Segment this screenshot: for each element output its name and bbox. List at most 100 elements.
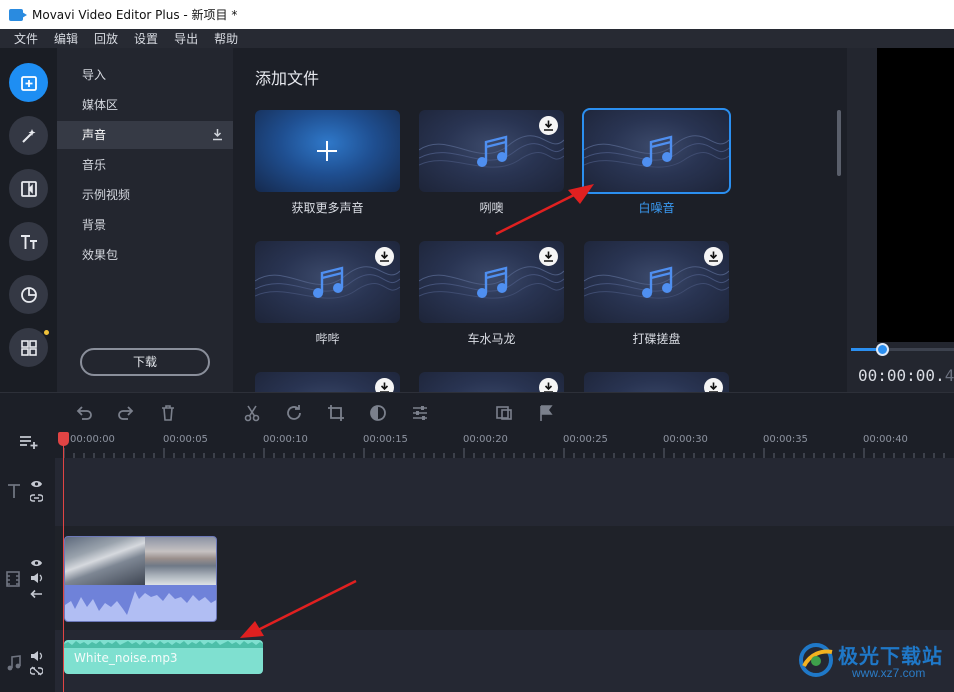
marker-button[interactable] xyxy=(536,403,556,423)
ruler-label: 00:00:15 xyxy=(363,434,408,445)
sliders-icon xyxy=(413,406,427,420)
playhead-handle[interactable] xyxy=(58,432,69,446)
download-button[interactable]: 下载 xyxy=(80,348,210,376)
tile-label: 获取更多声音 xyxy=(291,201,364,215)
timeline-ruler[interactable]: 00:00:00 00:00:05 00:00:10 00:00:15 00:0… xyxy=(55,432,954,458)
sound-tile[interactable] xyxy=(419,110,564,192)
color-adjust-button[interactable] xyxy=(368,403,388,423)
clip-properties-button[interactable] xyxy=(410,403,430,423)
ruler-ticks xyxy=(63,448,945,458)
delete-button[interactable] xyxy=(158,403,178,423)
category-backgrounds[interactable]: 背景 xyxy=(57,211,233,239)
add-files-button[interactable] xyxy=(9,63,48,102)
ruler-label: 00:00:05 xyxy=(163,434,208,445)
music-note-icon xyxy=(642,135,673,167)
stickers-icon xyxy=(20,286,37,303)
audio-clip[interactable]: White_noise.mp3 xyxy=(64,640,263,674)
sound-tile[interactable] xyxy=(584,241,729,323)
category-sounds[interactable]: 声音 xyxy=(57,121,233,149)
notification-dot xyxy=(44,330,49,335)
title-track[interactable] xyxy=(55,458,954,526)
menu-settings[interactable]: 设置 xyxy=(134,30,158,47)
stickers-button[interactable] xyxy=(9,275,48,314)
download-badge[interactable] xyxy=(704,247,723,266)
get-more-sounds-tile[interactable] xyxy=(255,110,400,192)
volume-icon[interactable] xyxy=(30,573,43,583)
timecode: 00:00:00.44 xyxy=(858,366,954,385)
category-music[interactable]: 音乐 xyxy=(57,151,233,179)
titles-button[interactable] xyxy=(9,222,48,261)
sound-tile[interactable] xyxy=(419,241,564,323)
rotate-button[interactable] xyxy=(284,403,304,423)
trash-icon xyxy=(162,405,174,421)
clip-thumbnail xyxy=(65,537,145,585)
download-badge[interactable] xyxy=(704,378,723,392)
seek-handle[interactable] xyxy=(876,343,889,356)
category-label: 示例视频 xyxy=(82,188,131,202)
sound-tile[interactable] xyxy=(584,372,729,392)
crop-button[interactable] xyxy=(326,403,346,423)
transitions-button[interactable] xyxy=(9,169,48,208)
undo-icon xyxy=(76,406,92,420)
category-import[interactable]: 导入 xyxy=(57,61,233,89)
eye-icon[interactable] xyxy=(30,479,43,489)
playhead-line xyxy=(63,436,64,692)
sound-tile-selected[interactable] xyxy=(582,108,731,194)
ruler-label: 00:00:20 xyxy=(463,434,508,445)
film-icon xyxy=(6,571,20,587)
download-badge[interactable] xyxy=(539,116,558,135)
content-title: 添加文件 xyxy=(255,69,320,88)
split-button[interactable] xyxy=(242,403,262,423)
sound-tile[interactable] xyxy=(255,241,400,323)
crop-icon xyxy=(328,405,344,421)
redo-icon xyxy=(118,406,134,420)
music-note-icon xyxy=(7,655,21,671)
download-icon xyxy=(544,382,553,392)
overlay-button[interactable] xyxy=(494,403,514,423)
download-badge[interactable] xyxy=(375,247,394,266)
menu-file[interactable]: 文件 xyxy=(14,30,38,47)
tile-label: 咧噢 xyxy=(479,201,504,215)
download-badge[interactable] xyxy=(539,378,558,392)
menu-export[interactable]: 导出 xyxy=(174,30,198,47)
window-title: Movavi Video Editor Plus - 新项目 * xyxy=(32,8,238,22)
redo-button[interactable] xyxy=(116,403,136,423)
filters-button[interactable] xyxy=(9,116,48,155)
add-track-icon[interactable] xyxy=(19,434,39,450)
preview-panel: 00:00:00.44 xyxy=(847,48,954,392)
menu-help[interactable]: 帮助 xyxy=(214,30,238,47)
sound-tile[interactable] xyxy=(255,372,400,392)
ruler-label: 00:00:35 xyxy=(763,434,808,445)
category-sample-videos[interactable]: 示例视频 xyxy=(57,181,233,209)
category-panel: 导入 媒体区 声音 音乐 示例视频 背景 效果包 下载 xyxy=(57,48,233,392)
video-clip[interactable] xyxy=(64,536,217,622)
menu-playback[interactable]: 回放 xyxy=(94,30,118,47)
music-note-icon xyxy=(642,266,673,298)
clip-waveform xyxy=(65,585,216,621)
more-tools-button[interactable] xyxy=(9,328,48,367)
music-note-icon xyxy=(477,266,508,298)
ruler-label: 00:00:40 xyxy=(863,434,908,445)
menu-edit[interactable]: 编辑 xyxy=(54,30,78,47)
overlay-icon xyxy=(496,406,512,420)
download-badge[interactable] xyxy=(539,247,558,266)
category-media-bin[interactable]: 媒体区 xyxy=(57,91,233,119)
waveform-graphic xyxy=(65,591,216,621)
sound-tile[interactable] xyxy=(419,372,564,392)
arrow-left-icon[interactable] xyxy=(30,589,43,599)
volume-icon[interactable] xyxy=(30,651,43,661)
magic-wand-icon xyxy=(21,128,35,143)
category-label: 导入 xyxy=(82,68,107,82)
link-icon[interactable] xyxy=(30,493,43,503)
download-badge[interactable] xyxy=(375,378,394,392)
unlink-icon[interactable] xyxy=(30,666,43,676)
undo-button[interactable] xyxy=(74,403,94,423)
more-tools-icon xyxy=(20,339,37,356)
tile-label: 哔哔 xyxy=(315,332,340,346)
category-effect-packs[interactable]: 效果包 xyxy=(57,241,233,269)
tool-rail xyxy=(0,48,57,392)
ruler-label: 00:00:30 xyxy=(663,434,708,445)
eye-icon[interactable] xyxy=(30,558,43,568)
library-scrollbar[interactable] xyxy=(837,110,841,176)
audio-track-header xyxy=(0,630,55,692)
